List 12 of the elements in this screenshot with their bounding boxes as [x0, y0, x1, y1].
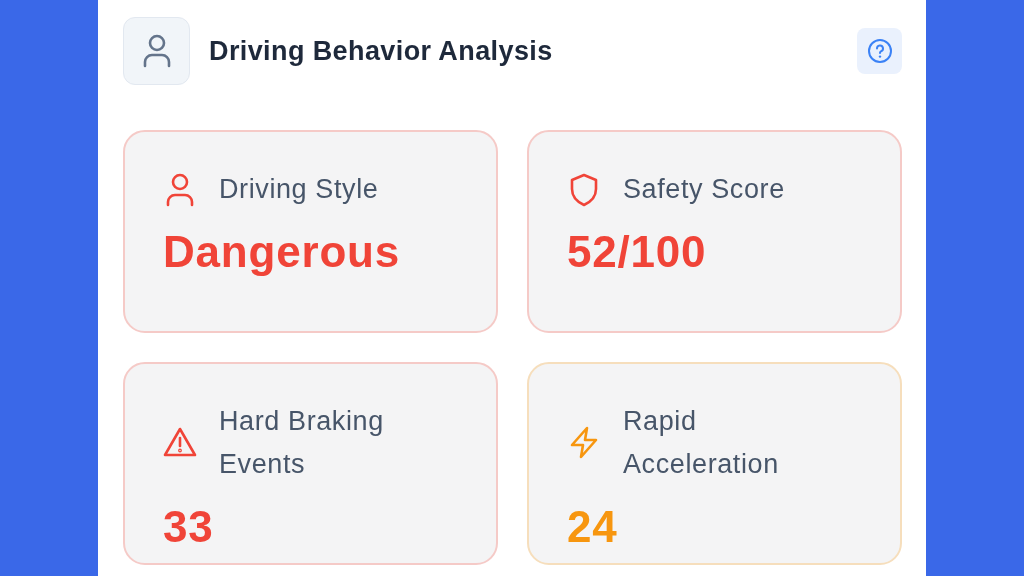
page-title: Driving Behavior Analysis — [209, 35, 554, 67]
card-value: 52/100 — [567, 227, 708, 277]
card-value: 24 — [567, 502, 619, 552]
card-value: 33 — [163, 502, 215, 552]
card-label: Safety Score — [623, 173, 785, 206]
card-label: Rapid Acceleration — [623, 405, 780, 481]
card-value: Dangerous — [163, 227, 402, 277]
card-label: Hard Braking Events — [219, 405, 385, 481]
help-button[interactable] — [857, 28, 902, 74]
card-label: Driving Style — [219, 173, 379, 206]
help-icon — [866, 38, 893, 64]
person-icon — [141, 34, 172, 68]
